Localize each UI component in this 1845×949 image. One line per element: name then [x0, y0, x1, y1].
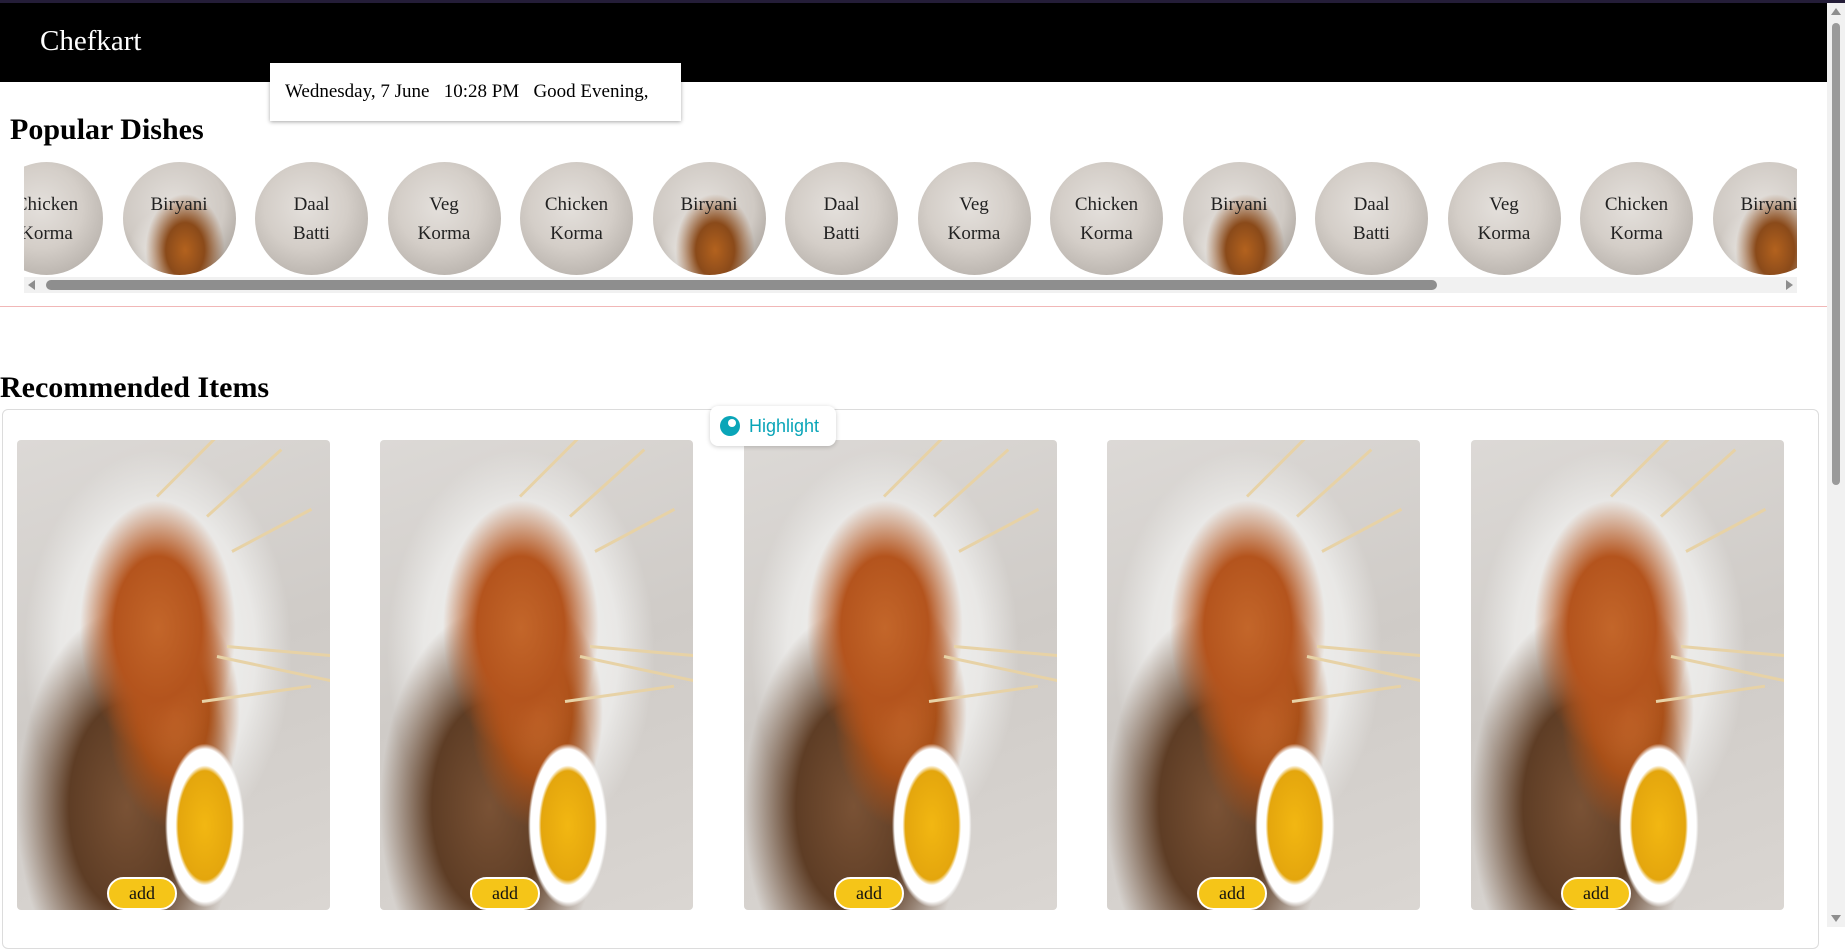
- dish-label: Biryani: [1740, 194, 1798, 215]
- food-image-detail: [201, 684, 312, 703]
- highlight-button[interactable]: Highlight: [710, 406, 836, 446]
- food-image-detail: [1245, 440, 1319, 498]
- scrollbar-thumb[interactable]: [46, 280, 1437, 290]
- food-image-detail: [1306, 655, 1420, 683]
- dish-card[interactable]: Chicken Korma: [24, 162, 103, 275]
- dish-label: Chicken Korma: [544, 194, 609, 244]
- add-button[interactable]: add: [1561, 877, 1631, 910]
- dish-card[interactable]: Chicken Korma: [1580, 162, 1693, 275]
- food-image-detail: [1680, 645, 1784, 659]
- dish-label: Daal Batti: [1353, 194, 1390, 244]
- dish-label: Veg Korma: [947, 194, 1001, 244]
- dish-label: Daal Batti: [293, 194, 330, 244]
- recommended-items-title: Recommended Items: [0, 371, 270, 404]
- add-button[interactable]: add: [834, 877, 904, 910]
- dish-card[interactable]: Daal Batti: [255, 162, 368, 275]
- add-button[interactable]: add: [1197, 877, 1267, 910]
- dish-label: Biryani: [680, 194, 738, 215]
- scroll-up-arrow-icon[interactable]: [1831, 8, 1841, 15]
- food-image-detail: [1655, 684, 1766, 703]
- dish-card[interactable]: Biryani: [652, 162, 766, 275]
- scroll-left-arrow-icon[interactable]: [28, 280, 35, 290]
- dish-label: Biryani: [1210, 194, 1268, 215]
- food-image-detail: [1659, 448, 1737, 518]
- recommended-item-card[interactable]: add: [1471, 440, 1784, 910]
- food-image-detail: [1321, 507, 1403, 553]
- recommended-item-card[interactable]: add: [1107, 440, 1420, 910]
- food-image-detail: [579, 655, 693, 683]
- recommended-item-card[interactable]: add: [744, 440, 1057, 910]
- food-image-detail: [589, 645, 693, 659]
- dish-card[interactable]: Daal Batti: [1315, 162, 1428, 275]
- recommended-item-card[interactable]: add: [380, 440, 693, 910]
- dish-label: Chicken Korma: [24, 194, 79, 244]
- dish-label: Daal Batti: [823, 194, 860, 244]
- section-divider: [0, 306, 1827, 307]
- food-image-detail: [882, 440, 956, 498]
- highlight-label: Highlight: [749, 415, 820, 436]
- food-image-detail: [594, 507, 676, 553]
- food-image-detail: [231, 507, 313, 553]
- dish-card[interactable]: Biryani: [122, 162, 236, 275]
- dish-card[interactable]: Chicken Korma: [1050, 162, 1163, 275]
- food-image-detail: [1685, 507, 1767, 553]
- dish-card[interactable]: Biryani: [1182, 162, 1296, 275]
- food-image-detail: [205, 448, 283, 518]
- food-image-detail: [1609, 440, 1683, 498]
- dish-card[interactable]: Veg Korma: [917, 162, 1031, 275]
- popular-dishes-title: Popular Dishes: [10, 113, 204, 146]
- page-scrollbar-thumb[interactable]: [1832, 23, 1840, 485]
- dish-card[interactable]: Veg Korma: [387, 162, 501, 275]
- dish-card[interactable]: Chicken Korma: [520, 162, 633, 275]
- food-image-detail: [928, 684, 1039, 703]
- food-image-detail: [1291, 684, 1402, 703]
- page-scrollbar[interactable]: [1827, 3, 1845, 927]
- dish-label: Chicken Korma: [1604, 194, 1669, 244]
- add-button[interactable]: add: [107, 877, 177, 910]
- food-image-detail: [958, 507, 1040, 553]
- dish-card[interactable]: Daal Batti: [785, 162, 898, 275]
- food-image-detail: [1295, 448, 1373, 518]
- food-image-detail: [216, 655, 330, 683]
- food-image-detail: [943, 655, 1057, 683]
- greeting-box: Wednesday, 7 June 10:28 PM Good Evening,: [270, 63, 681, 121]
- food-image-detail: [1670, 655, 1784, 683]
- brand-logo[interactable]: Chefkart: [40, 25, 141, 58]
- dish-label: Biryani: [150, 194, 208, 215]
- dish-label: Chicken Korma: [1074, 194, 1139, 244]
- add-button[interactable]: add: [470, 877, 540, 910]
- food-image-detail: [932, 448, 1010, 518]
- dish-label: Veg Korma: [417, 194, 471, 244]
- dish-label: Veg Korma: [1477, 194, 1531, 244]
- food-image-detail: [226, 645, 330, 659]
- carousel-scrollbar[interactable]: [24, 277, 1797, 293]
- dish-card[interactable]: Veg Korma: [1447, 162, 1561, 275]
- food-image-detail: [518, 440, 592, 498]
- scroll-right-arrow-icon[interactable]: [1786, 280, 1793, 290]
- food-image-detail: [1316, 645, 1420, 659]
- highlight-icon: [720, 416, 740, 436]
- food-image-detail: [953, 645, 1057, 659]
- dish-card[interactable]: Biryani: [1712, 162, 1798, 275]
- food-image-detail: [155, 440, 229, 498]
- scroll-down-arrow-icon[interactable]: [1831, 915, 1841, 922]
- recommended-item-card[interactable]: add: [17, 440, 330, 910]
- popular-dishes-carousel[interactable]: Chicken Korma Biryani Daal Batti Veg Korma C…: [24, 160, 1797, 294]
- food-image-detail: [568, 448, 646, 518]
- food-image-detail: [564, 684, 675, 703]
